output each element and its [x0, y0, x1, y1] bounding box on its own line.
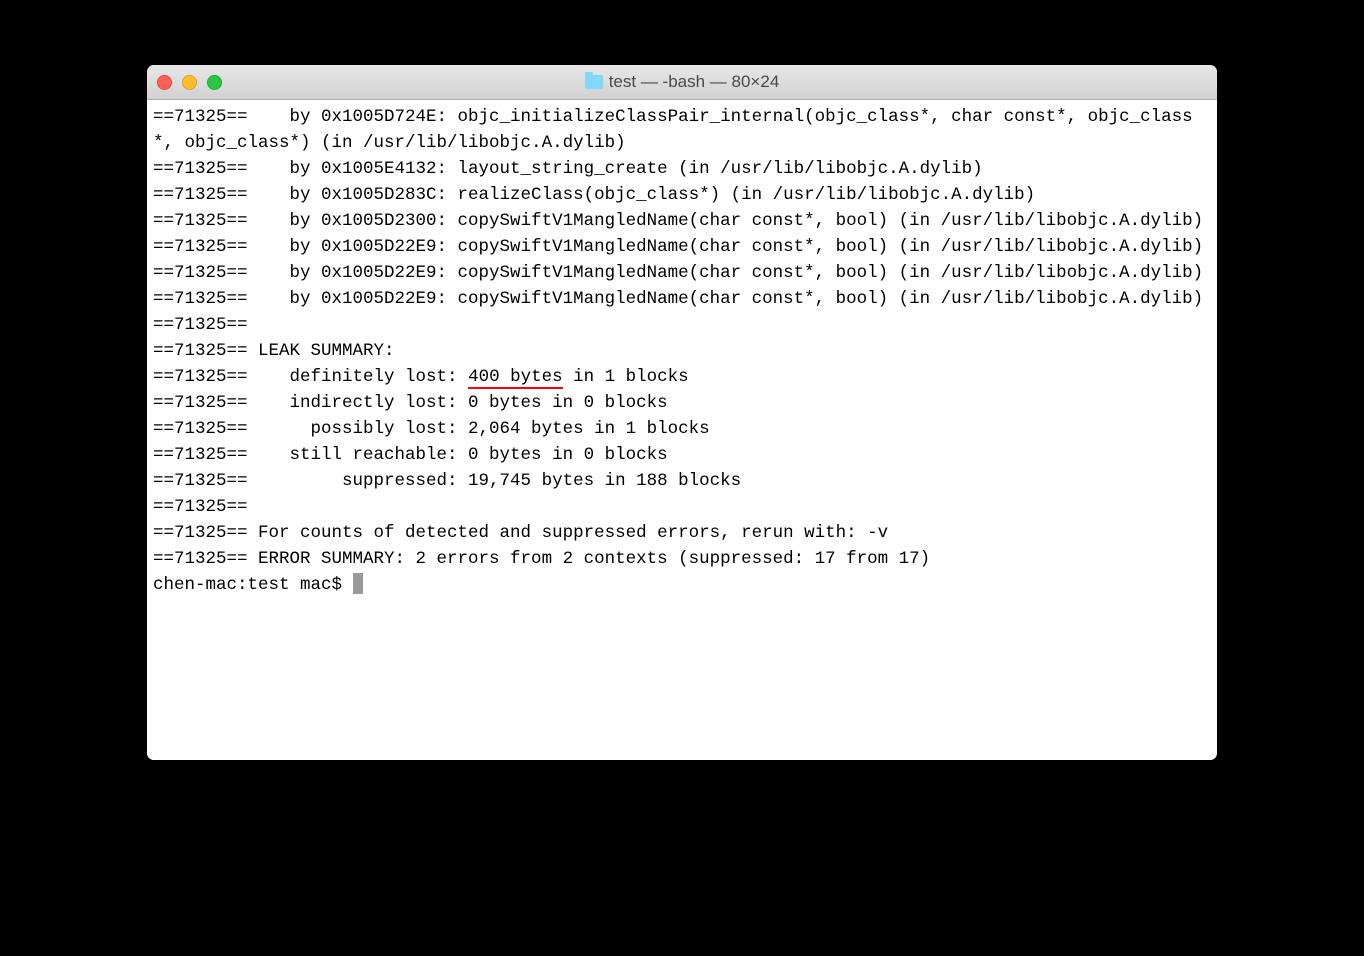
- leak-prefix: ==71325== definitely lost:: [153, 367, 468, 387]
- terminal-leak-line: ==71325== definitely lost: 400 bytes in …: [153, 364, 1211, 390]
- terminal-line: ==71325== by 0x1005D22E9: copySwiftV1Man…: [153, 286, 1211, 312]
- terminal-line: ==71325== possibly lost: 2,064 bytes in …: [153, 416, 1211, 442]
- terminal-line: ==71325== by 0x1005D724E: objc_initializ…: [153, 104, 1211, 156]
- terminal-line: ==71325== For counts of detected and sup…: [153, 520, 1211, 546]
- terminal-line: ==71325== indirectly lost: 0 bytes in 0 …: [153, 390, 1211, 416]
- terminal-line: ==71325== by 0x1005D2300: copySwiftV1Man…: [153, 208, 1211, 234]
- title-bar[interactable]: test — -bash — 80×24: [147, 65, 1217, 100]
- terminal-line: ==71325== by 0x1005D283C: realizeClass(o…: [153, 182, 1211, 208]
- traffic-lights: [157, 75, 222, 90]
- terminal-line: ==71325== suppressed: 19,745 bytes in 18…: [153, 468, 1211, 494]
- terminal-line: ==71325== ERROR SUMMARY: 2 errors from 2…: [153, 546, 1211, 572]
- maximize-button[interactable]: [207, 75, 222, 90]
- terminal-line: ==71325== by 0x1005D22E9: copySwiftV1Man…: [153, 234, 1211, 260]
- cursor-icon: [353, 573, 363, 594]
- terminal-line: ==71325== still reachable: 0 bytes in 0 …: [153, 442, 1211, 468]
- terminal-line: ==71325==: [153, 494, 1211, 520]
- folder-icon: [585, 75, 603, 89]
- terminal-line: ==71325== LEAK SUMMARY:: [153, 338, 1211, 364]
- close-button[interactable]: [157, 75, 172, 90]
- minimize-button[interactable]: [182, 75, 197, 90]
- terminal-line: ==71325== by 0x1005D22E9: copySwiftV1Man…: [153, 260, 1211, 286]
- terminal-prompt-line: chen-mac:test mac$: [153, 572, 1211, 598]
- window-title: test — -bash — 80×24: [609, 72, 780, 92]
- title-center: test — -bash — 80×24: [147, 72, 1217, 92]
- terminal-prompt: chen-mac:test mac$: [153, 575, 353, 595]
- leak-highlight: 400 bytes: [468, 367, 563, 389]
- leak-suffix: in 1 blocks: [563, 367, 689, 387]
- terminal-line: ==71325== by 0x1005E4132: layout_string_…: [153, 156, 1211, 182]
- terminal-window: test — -bash — 80×24 ==71325== by 0x1005…: [147, 65, 1217, 760]
- terminal-body[interactable]: ==71325== by 0x1005D724E: objc_initializ…: [147, 100, 1217, 760]
- terminal-line: ==71325==: [153, 312, 1211, 338]
